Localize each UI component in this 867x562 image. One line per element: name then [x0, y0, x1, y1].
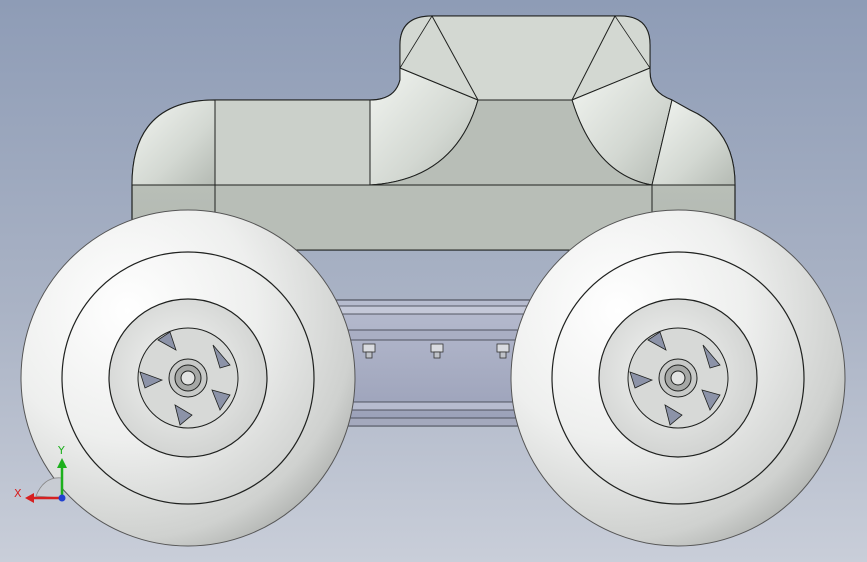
x-axis-label: X	[14, 487, 22, 500]
z-axis-dot	[58, 494, 66, 502]
right-wheel[interactable]	[510, 209, 846, 547]
chassis[interactable]	[329, 299, 541, 427]
y-axis-label: Y	[57, 444, 65, 457]
wheel-hub	[627, 327, 729, 429]
wheel-hub	[137, 327, 239, 429]
model-scene[interactable]: Y X	[0, 0, 867, 562]
graphics-viewport[interactable]: Y X	[0, 0, 867, 562]
left-wheel[interactable]	[20, 209, 356, 547]
